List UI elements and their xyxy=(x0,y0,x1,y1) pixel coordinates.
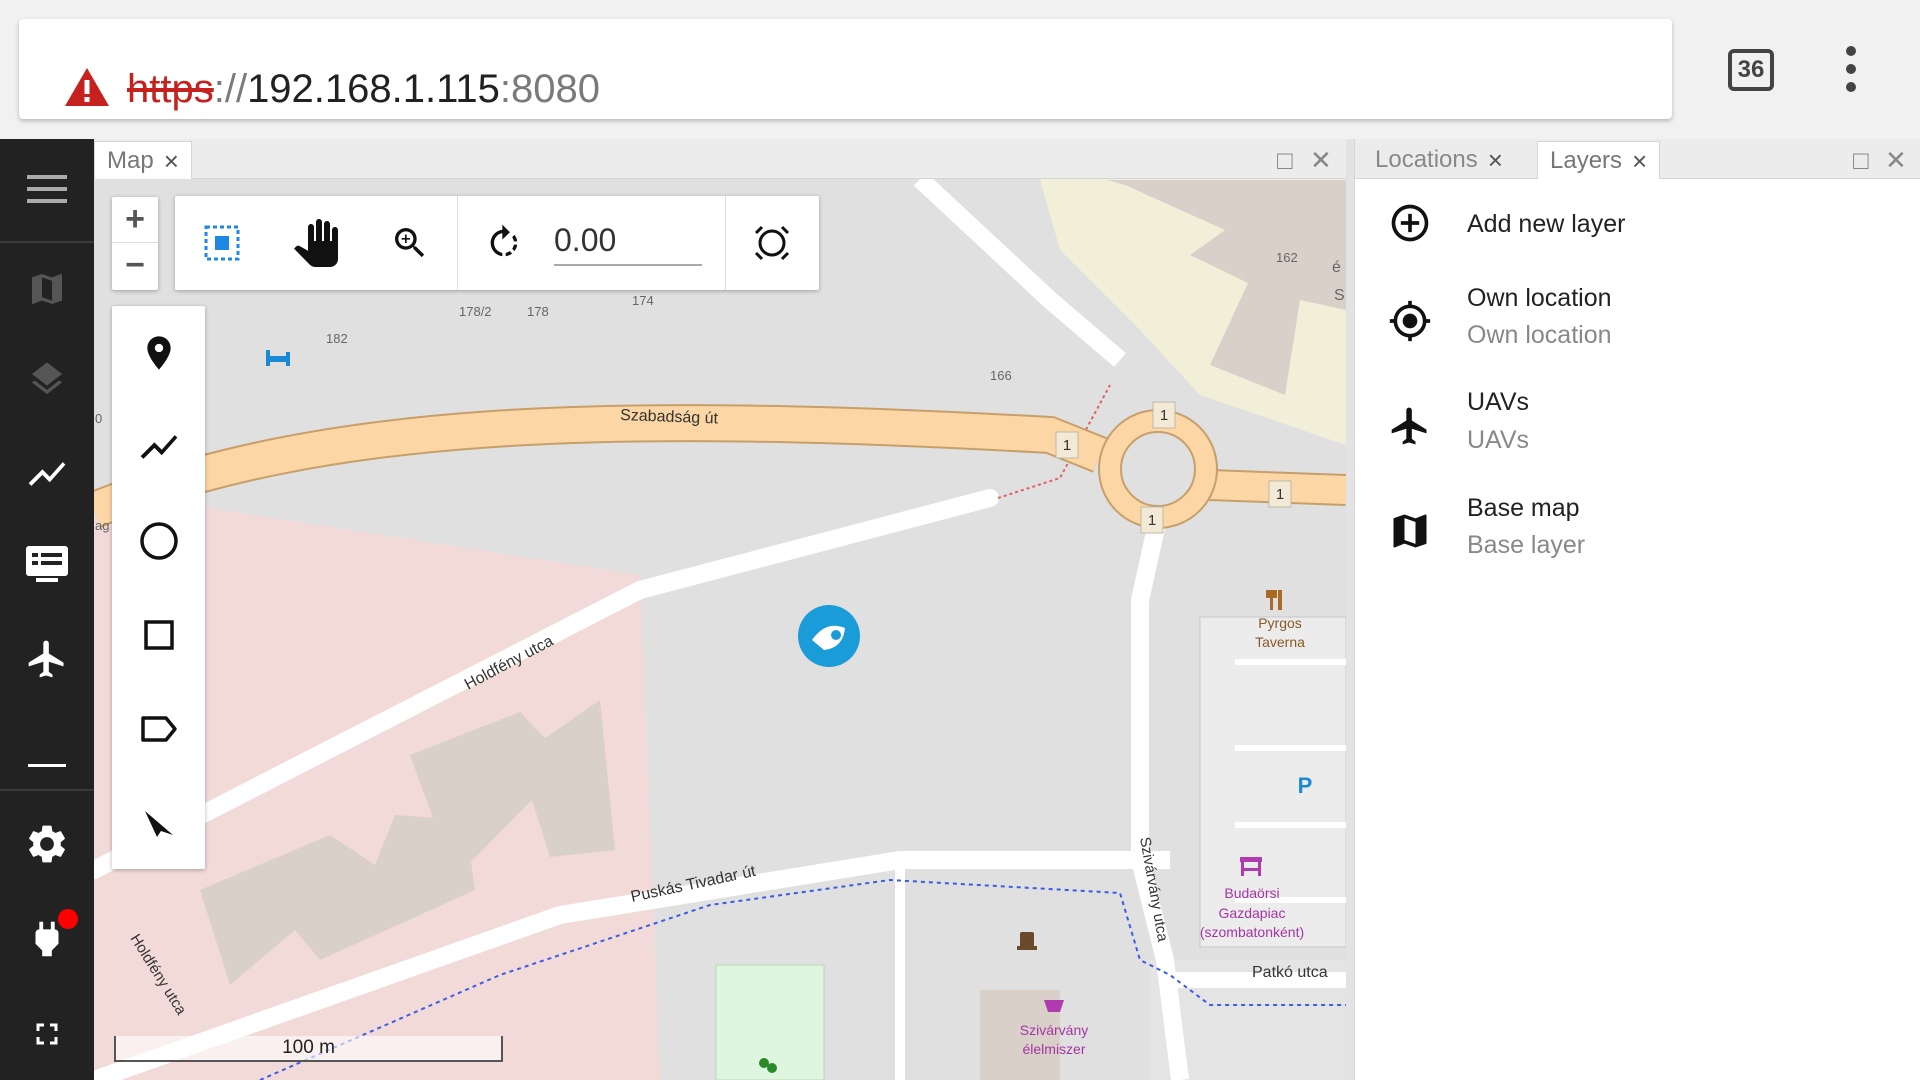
close-panel-icon[interactable]: ✕ xyxy=(1310,145,1332,176)
layer-title: Own location xyxy=(1467,284,1612,312)
airplane-icon xyxy=(1388,404,1432,448)
chart-nav-icon[interactable] xyxy=(0,434,94,514)
draw-line-icon[interactable] xyxy=(112,400,205,494)
zoom-out-button[interactable]: − xyxy=(112,243,158,289)
browser-menu-icon[interactable] xyxy=(1840,46,1862,96)
draw-rectangle-icon[interactable] xyxy=(112,588,205,682)
pan-hand-icon[interactable] xyxy=(269,196,363,290)
parking-label: P xyxy=(1298,773,1313,798)
drawing-toolbar xyxy=(112,306,205,869)
tab-layers[interactable]: Layers × xyxy=(1537,141,1661,179)
uav-nav-icon[interactable] xyxy=(0,619,94,699)
maximize-icon[interactable]: □ xyxy=(1853,145,1869,176)
street-label-patko: Patkó utca xyxy=(1252,964,1328,981)
map-nav-icon[interactable] xyxy=(0,249,94,329)
layer-title: Base map xyxy=(1467,494,1580,522)
map-icon xyxy=(1388,509,1432,553)
zoom-in-button[interactable]: + xyxy=(112,197,158,243)
tab-map[interactable]: Map × xyxy=(94,141,192,179)
layers-nav-icon[interactable] xyxy=(0,339,94,419)
layer-subtitle: UAVs xyxy=(1467,426,1530,454)
warning-icon[interactable] xyxy=(64,66,110,108)
crosshair-icon xyxy=(1388,299,1432,343)
layer-title: Add new layer xyxy=(1467,210,1626,238)
layer-subtitle: Own location xyxy=(1467,321,1612,349)
fullscreen-nav-icon[interactable] xyxy=(0,994,94,1074)
scale-bar: 100 m xyxy=(114,1036,503,1062)
draw-polygon-icon[interactable] xyxy=(112,682,205,776)
url-text[interactable]: https://192.168.1.115:8080 xyxy=(127,63,600,115)
settings-nav-icon[interactable] xyxy=(0,804,94,884)
url-scheme: https xyxy=(127,67,214,111)
layer-item-own-location[interactable]: Own location Own location xyxy=(1355,279,1920,369)
zoom-control: + − xyxy=(112,197,158,290)
left-nav xyxy=(0,139,94,1080)
poi-label: élelmiszer xyxy=(1022,1041,1085,1057)
layer-item-uavs[interactable]: UAVs UAVs xyxy=(1355,384,1920,474)
url-separator: :// xyxy=(213,67,248,111)
tab-map-label: Map xyxy=(107,146,154,174)
browser-toolbar: https://192.168.1.115:8080 36 xyxy=(0,0,1920,139)
road-ref-label: 1 xyxy=(1063,437,1071,454)
layer-item-base-map[interactable]: Base map Base layer xyxy=(1355,489,1920,579)
connection-nav-icon[interactable] xyxy=(0,899,94,979)
reset-rotation-icon[interactable] xyxy=(725,196,819,290)
layer-subtitle: Base layer xyxy=(1467,531,1586,559)
house-number: 178 xyxy=(527,304,549,319)
memorial-icon xyxy=(1017,932,1037,950)
poi-label: Szivárvány xyxy=(1020,1022,1088,1038)
tab-close-icon[interactable]: × xyxy=(1488,143,1503,177)
address-bar[interactable]: https://192.168.1.115:8080 xyxy=(19,19,1672,119)
tab-locations[interactable]: Locations × xyxy=(1363,141,1515,179)
house-number: 166 xyxy=(990,368,1012,383)
maximize-icon[interactable]: □ xyxy=(1277,145,1293,176)
road-ref-label: 1 xyxy=(1276,486,1284,503)
rotation-input[interactable]: 0.00 xyxy=(554,214,702,266)
pane-divider[interactable] xyxy=(1346,139,1354,1080)
hamburger-menu-icon[interactable] xyxy=(0,139,94,239)
edge-label: é xyxy=(1332,259,1341,276)
poi-label: (szombatonként) xyxy=(1200,924,1304,940)
tab-locations-label: Locations xyxy=(1375,146,1478,173)
poi-label: Pyrgos xyxy=(1258,615,1302,631)
map-tabbar: Map × □ ✕ xyxy=(94,139,1346,179)
add-layer-item[interactable]: Add new layer xyxy=(1355,201,1920,271)
right-tabbar: Locations × Layers × □ ✕ xyxy=(1355,139,1920,179)
road-ref-label: 1 xyxy=(1148,512,1156,529)
street-label-szabadsag: Szabadság út xyxy=(620,407,719,427)
layer-title: UAVs xyxy=(1467,388,1530,416)
tab-layers-label: Layers xyxy=(1550,146,1623,174)
poi-label: Gazdapiac xyxy=(1219,905,1286,921)
house-number: 162 xyxy=(1276,250,1298,265)
house-number: 174 xyxy=(632,293,654,308)
url-host: 192.168.1.115 xyxy=(247,67,500,111)
draw-circle-icon[interactable] xyxy=(112,494,205,588)
alert-dot xyxy=(58,909,78,929)
tab-close-icon[interactable]: × xyxy=(164,144,179,178)
tab-close-icon[interactable]: × xyxy=(1632,144,1647,178)
add-circle-icon xyxy=(1388,201,1432,245)
edge-label: ag xyxy=(95,518,109,533)
tab-switcher-button[interactable]: 36 xyxy=(1728,49,1774,91)
house-number: 178/2 xyxy=(459,304,492,319)
select-box-icon[interactable] xyxy=(175,196,269,290)
rotate-icon[interactable] xyxy=(457,196,551,290)
map-canvas[interactable]: 1 1 1 1 Szabadság út Holdfény utca Holdf… xyxy=(94,179,1346,1080)
poi-label: Budaörsi xyxy=(1224,885,1279,901)
layers-panel: Locations × Layers × □ ✕ Add new layer O… xyxy=(1354,139,1920,1080)
add-marker-icon[interactable] xyxy=(112,306,205,400)
edge-label: S xyxy=(1334,287,1345,304)
console-nav-icon[interactable] xyxy=(0,524,94,604)
house-number: 182 xyxy=(326,331,348,346)
map-toolbar: 0.00 xyxy=(175,196,819,290)
close-panel-icon[interactable]: ✕ xyxy=(1885,145,1907,176)
url-port: :8080 xyxy=(499,67,601,111)
pointer-arrow-icon[interactable] xyxy=(112,776,205,870)
zoom-tool-icon[interactable] xyxy=(363,196,457,290)
edge-label: 0 xyxy=(95,411,102,426)
road-ref-label: 1 xyxy=(1160,407,1168,424)
own-location-marker[interactable] xyxy=(798,605,860,667)
poi-label: Taverna xyxy=(1255,634,1305,650)
